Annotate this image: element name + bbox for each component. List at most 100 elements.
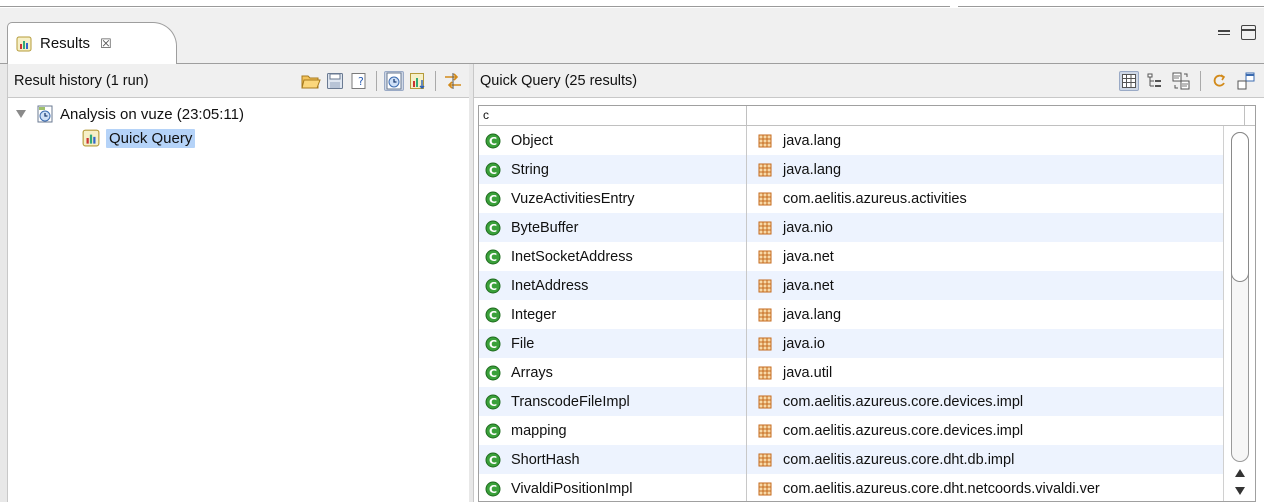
tab-results[interactable]: Results ☒ [7,22,177,64]
package-name: java.util [783,364,833,381]
result-history-toolbar: Result history (1 run) ? [8,64,469,98]
package-cell: java.lang [747,155,1225,184]
tree-node-run-label: Analysis on vuze (23:05:11) [60,105,244,123]
package-name: java.lang [783,132,842,149]
package-cell: java.lang [747,126,1225,155]
table-row[interactable]: C File java.io [479,329,1225,358]
window-controls [1217,25,1256,40]
class-cell: C VivaldiPositionImpl [479,474,747,501]
class-name: Object [511,132,553,149]
class-name: mapping [511,422,567,439]
result-history-tools: ? [301,70,469,91]
scroll-down-button[interactable] [1233,484,1247,498]
class-name: File [511,335,535,352]
class-icon: C [485,365,501,380]
compare-button[interactable] [1171,71,1191,91]
column-header-extra[interactable] [1245,106,1255,126]
table-view-toggle[interactable] [1119,70,1139,91]
package-name: com.aelitis.azureus.core.dht.db.impl [783,451,1015,468]
open-button[interactable] [301,71,321,91]
package-icon [758,337,772,350]
table-row[interactable]: Cmapping com.aelitis.azureus.core.devices… [479,416,1225,445]
result-history-pane: Result history (1 run) ? Analysis on vuz… [7,64,469,502]
package-name: java.nio [783,219,833,236]
table-row[interactable]: C String java.lang [479,155,1225,184]
svg-text:C: C [489,367,497,380]
close-tab-icon[interactable]: ☒ [100,36,112,52]
view-tab-strip: Results ☒ [0,8,1264,64]
maximize-button[interactable] [1241,25,1256,40]
link-with-editor-button[interactable] [443,71,463,91]
tree-view-toggle[interactable] [1145,71,1165,91]
show-history-toggle[interactable] [384,70,404,91]
query-results-title: Quick Query (25 results) [480,72,638,89]
package-cell: com.aelitis.azureus.core.dht.db.impl [747,445,1225,474]
table-row[interactable]: C VivaldiPositionImpl com.aelitis.azureus.… [479,474,1225,501]
class-cell: C Arrays [479,358,747,387]
class-cell: C File [479,329,747,358]
table-row[interactable]: C InetAddress java.net [479,271,1225,300]
class-cell: C InetSocketAddress [479,242,747,271]
table-row[interactable]: C InetSocketAddress java.net [479,242,1225,271]
class-cell: C TranscodeFileImpl [479,387,747,416]
class-icon: C [485,162,501,177]
query-results-tools [1119,70,1264,91]
class-name: ByteBuffer [511,219,579,236]
tree-node-quick-query[interactable]: Quick Query [8,126,469,150]
column-header-class[interactable]: c [479,106,747,126]
class-icon: C [485,249,501,264]
class-name: Arrays [511,364,553,381]
package-cell: java.net [747,271,1225,300]
detach-pane-icon [1237,72,1255,89]
table-row[interactable]: C TranscodeFileImpl com.aelitis.azureus.co… [479,387,1225,416]
class-cell: Cmapping [479,416,747,445]
export-results-button[interactable] [408,71,428,91]
class-name: String [511,161,549,178]
table-row[interactable]: C ShortHash com.aelitis.azureus.core.dht.d… [479,445,1225,474]
results-view-window: Results ☒ Result history (1 run) ? Analy… [0,0,1264,502]
class-cell: C VuzeActivitiesEntry [479,184,747,213]
column-header-package[interactable] [747,106,1245,126]
table-row[interactable]: C Object java.lang [479,126,1225,155]
tree-node-quick-query-label: Quick Query [106,128,196,148]
package-name: java.net [783,248,834,265]
class-icon: C [485,220,501,235]
help-button[interactable]: ? [349,71,369,91]
table-row[interactable]: C ByteBuffer java.nio [479,213,1225,242]
package-icon [758,395,772,408]
package-cell: java.lang [747,300,1225,329]
class-name: InetSocketAddress [511,248,633,265]
class-icon: C [485,481,501,496]
scroll-up-button[interactable] [1233,466,1247,480]
svg-text:C: C [489,309,497,322]
class-name: InetAddress [511,277,589,294]
save-button[interactable] [325,71,345,91]
class-cell: C String [479,155,747,184]
open-folder-icon [301,75,321,88]
scrollbar-thumb[interactable] [1231,132,1249,282]
results-table: c C Object java.lang C String java.lang C VuzeA… [478,105,1256,502]
class-icon: C [485,307,501,322]
table-row[interactable]: C VuzeActivitiesEntry com.aelitis.azureus.… [479,184,1225,213]
svg-text:C: C [489,222,497,235]
class-cell: C InetAddress [479,271,747,300]
detach-button[interactable] [1236,71,1256,91]
table-header: c [479,106,1255,126]
svg-text:C: C [489,454,497,467]
class-cell: C ByteBuffer [479,213,747,242]
table-row[interactable]: C Integer java.lang [479,300,1225,329]
sync-arrows-icon [445,72,461,89]
svg-text:C: C [489,251,497,264]
expand-arrow-icon[interactable] [16,110,26,118]
toolbar-separator [435,70,436,91]
class-name: VivaldiPositionImpl [511,480,633,497]
minimize-button[interactable] [1217,26,1231,40]
tree-node-run[interactable]: Analysis on vuze (23:05:11) [8,102,469,126]
package-icon [758,192,772,205]
class-icon: C [485,452,501,467]
vertical-scrollbar[interactable] [1223,126,1255,501]
class-icon: C [485,336,501,351]
divider [0,6,950,7]
table-row[interactable]: C Arrays java.util [479,358,1225,387]
refresh-button[interactable] [1210,71,1230,91]
